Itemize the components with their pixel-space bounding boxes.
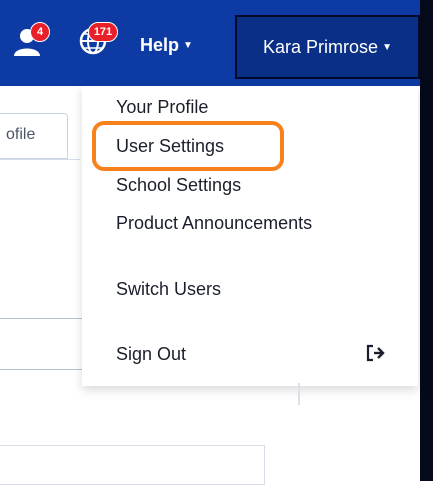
global-badge: 171 [88, 22, 118, 42]
user-menu-button[interactable]: Kara Primrose ▼ [235, 15, 420, 79]
field-underline [0, 369, 84, 370]
field-underline [0, 318, 84, 319]
window-edge [420, 0, 433, 481]
menu-item-product-announcements[interactable]: Product Announcements [116, 213, 312, 234]
menu-item-your-profile[interactable]: Your Profile [116, 97, 208, 118]
chevron-down-icon: ▼ [183, 39, 193, 51]
menu-item-switch-users[interactable]: Switch Users [116, 279, 221, 300]
user-name: Kara Primrose [263, 36, 379, 57]
sign-out-icon [366, 344, 385, 362]
profile-tab-label: ofile [6, 126, 36, 143]
help-menu-button[interactable]: Help ▼ [140, 30, 193, 60]
chevron-down-icon: ▼ [382, 41, 392, 53]
menu-item-sign-out[interactable]: Sign Out [116, 344, 186, 365]
dropdown-edge [298, 383, 312, 405]
highlight-annotation [92, 121, 284, 171]
divider [0, 159, 80, 160]
form-field[interactable] [0, 445, 265, 485]
help-label: Help [140, 34, 180, 55]
menu-item-school-settings[interactable]: School Settings [116, 175, 241, 196]
notifications-badge: 4 [30, 22, 50, 42]
